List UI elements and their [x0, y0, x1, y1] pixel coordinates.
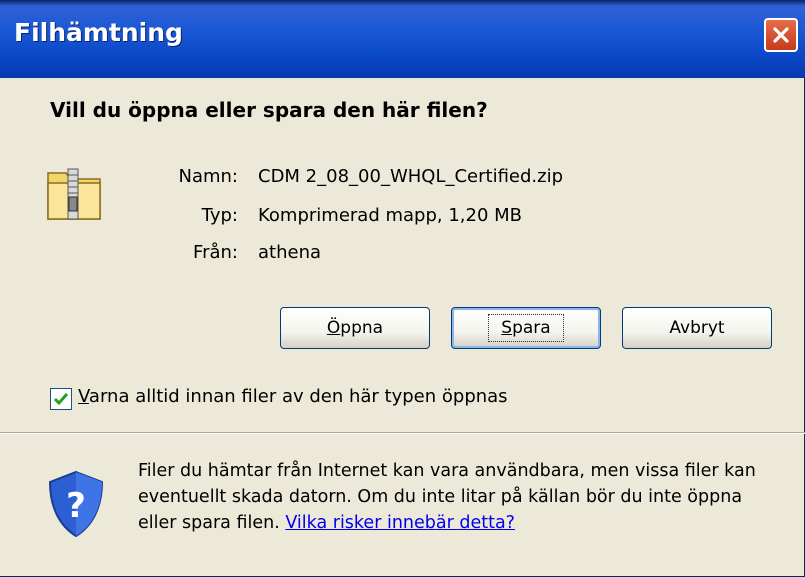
- file-type-label: Typ:: [201, 205, 238, 226]
- dialog-question: Vill du öppna eller spara den här filen?: [50, 98, 488, 122]
- file-from-label: Från:: [193, 242, 238, 263]
- checkmark-icon: [53, 393, 69, 406]
- file-from-value: athena: [258, 242, 322, 263]
- svg-text:?: ?: [66, 486, 86, 526]
- always-warn-checkbox[interactable]: [50, 388, 72, 410]
- save-button-label: Spara: [488, 314, 564, 342]
- risk-info-link[interactable]: Vilka risker innebär detta?: [285, 513, 515, 533]
- open-button[interactable]: Öppna: [280, 307, 430, 349]
- file-type-value: Komprimerad mapp, 1,20 MB: [258, 205, 523, 226]
- zip-folder-icon: [47, 168, 101, 220]
- close-button[interactable]: [764, 18, 798, 52]
- file-name-value: CDM 2_08_00_WHQL_Certified.zip: [258, 166, 564, 187]
- title-bar[interactable]: Filhämtning: [0, 0, 805, 78]
- file-download-dialog: Filhämtning Vill du öppna eller spara de…: [0, 0, 805, 577]
- close-icon: [773, 27, 789, 43]
- window-title: Filhämtning: [14, 18, 183, 47]
- file-name-label: Namn:: [178, 166, 238, 187]
- divider: [0, 432, 805, 434]
- save-button[interactable]: Spara: [451, 307, 601, 349]
- always-warn-label[interactable]: Varna alltid innan filer av den här type…: [78, 386, 508, 407]
- security-warning: Filer du hämtar från Internet kan vara a…: [138, 458, 778, 536]
- shield-question-icon: ?: [48, 470, 104, 538]
- cancel-button-label: Avbryt: [669, 318, 725, 338]
- open-button-label: Öppna: [326, 318, 384, 338]
- cancel-button[interactable]: Avbryt: [622, 307, 772, 349]
